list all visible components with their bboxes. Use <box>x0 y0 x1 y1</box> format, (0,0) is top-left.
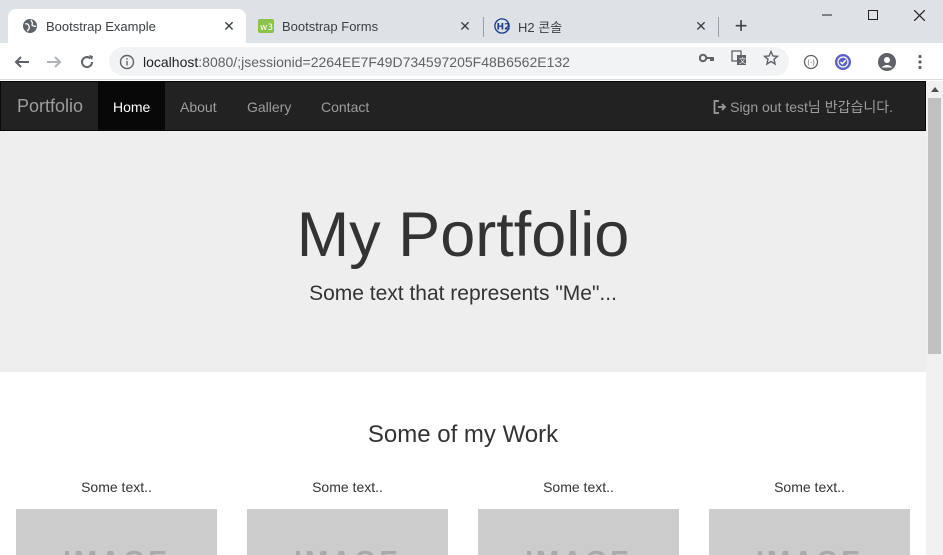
image-placeholder-text: IMAGE <box>709 545 910 555</box>
page-scrollbar[interactable] <box>926 81 943 555</box>
maximize-button[interactable] <box>850 0 896 30</box>
nav-contact[interactable]: Contact <box>306 82 384 132</box>
translate-icon[interactable]: 文 <box>731 50 747 66</box>
check-extension-icon[interactable] <box>829 48 857 76</box>
signout-link[interactable]: Sign out test님 반갑습니다. <box>713 82 893 132</box>
work-card: Some text.. IMAGE <box>16 479 217 555</box>
w3schools-icon: w3 <box>258 18 274 34</box>
tab-title: Bootstrap Example <box>46 18 156 34</box>
close-tab-icon[interactable]: ✕ <box>456 17 474 35</box>
tab-title: Bootstrap Forms <box>282 18 379 34</box>
tab-bootstrap-forms[interactable]: w3 Bootstrap Forms ✕ <box>244 9 482 43</box>
tab-separator <box>718 17 719 37</box>
image-placeholder-text: IMAGE <box>478 545 679 555</box>
globe-icon <box>22 18 38 34</box>
scrollbar-thumb[interactable] <box>928 98 941 354</box>
nav-gallery[interactable]: Gallery <box>232 82 306 132</box>
extension-icon[interactable]: (·) <box>797 48 825 76</box>
tab-title: H2 콘솔 <box>518 19 563 35</box>
star-icon[interactable] <box>763 50 779 66</box>
card-caption: Some text.. <box>543 479 614 495</box>
info-icon[interactable] <box>119 54 135 70</box>
image-placeholder-text: IMAGE <box>247 545 448 555</box>
forward-arrow-icon[interactable] <box>40 48 68 76</box>
url-text: localhost:8080/;jsessionid=2264EE7F49D73… <box>143 54 570 70</box>
card-caption: Some text.. <box>312 479 383 495</box>
nav-about[interactable]: About <box>165 82 232 132</box>
close-tab-icon[interactable]: ✕ <box>220 17 238 35</box>
menu-dots-icon[interactable] <box>906 48 934 76</box>
hero-subtitle: Some text that represents "Me"... <box>309 282 617 305</box>
minimize-button[interactable] <box>804 0 850 30</box>
browser-toolbar: localhost:8080/;jsessionid=2264EE7F49D73… <box>0 43 943 80</box>
new-tab-button[interactable]: + <box>729 13 753 38</box>
close-tab-icon[interactable]: ✕ <box>692 17 710 35</box>
hero-title: My Portfolio <box>296 200 630 270</box>
navbar: Portfolio Home About Gallery Contact Sig… <box>0 81 926 132</box>
url-host: localhost <box>143 53 199 70</box>
svg-text:w3: w3 <box>260 23 273 33</box>
image-placeholder-text: IMAGE <box>16 545 217 555</box>
work-card: Some text.. IMAGE <box>247 479 448 555</box>
h2-icon: H2 <box>494 18 510 34</box>
work-card: Some text.. IMAGE <box>709 479 910 555</box>
signout-label: Sign out test님 반갑습니다. <box>730 99 893 115</box>
work-card: Some text.. IMAGE <box>478 479 679 555</box>
web-page: Portfolio Home About Gallery Contact Sig… <box>0 81 926 555</box>
jumbotron: My Portfolio Some text that represents "… <box>0 131 926 372</box>
address-bar[interactable]: localhost:8080/;jsessionid=2264EE7F49D73… <box>109 47 789 76</box>
back-arrow-icon[interactable] <box>8 48 36 76</box>
scroll-up-arrow-icon[interactable] <box>926 81 943 98</box>
nav-home[interactable]: Home <box>98 82 166 132</box>
profile-icon[interactable] <box>873 48 901 76</box>
key-icon[interactable] <box>699 50 715 66</box>
tab-bootstrap-example[interactable]: Bootstrap Example ✕ <box>8 9 246 43</box>
log-out-icon <box>713 100 727 114</box>
card-image-placeholder: IMAGE <box>247 509 448 555</box>
svg-text:文: 文 <box>739 56 746 65</box>
tab-h2-console[interactable]: H2 H2 콘솔 ✕ <box>480 9 718 43</box>
card-caption: Some text.. <box>81 479 152 495</box>
card-image-placeholder: IMAGE <box>709 509 910 555</box>
card-image-placeholder: IMAGE <box>478 509 679 555</box>
card-caption: Some text.. <box>774 479 845 495</box>
svg-text:(·): (·) <box>807 59 815 67</box>
brand-link[interactable]: Portfolio <box>17 96 83 117</box>
close-window-button[interactable] <box>896 0 942 30</box>
reload-icon[interactable] <box>73 48 101 76</box>
svg-text:H2: H2 <box>497 23 510 33</box>
tab-strip: Bootstrap Example ✕ w3 Bootstrap Forms ✕… <box>0 0 943 43</box>
work-section-title: Some of my Work <box>367 421 559 448</box>
url-path: :8080/;jsessionid=2264EE7F49D734597205F4… <box>198 53 570 70</box>
card-image-placeholder: IMAGE <box>16 509 217 555</box>
